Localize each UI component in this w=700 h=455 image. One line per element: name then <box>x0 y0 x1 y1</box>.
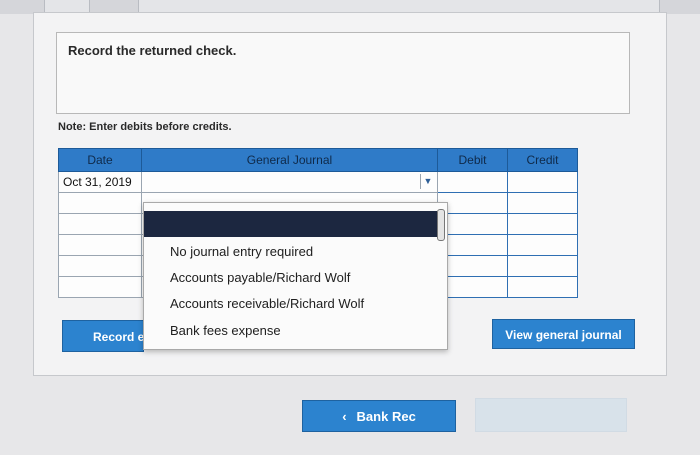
chevron-left-icon: ‹ <box>342 409 347 424</box>
date-cell[interactable] <box>58 234 142 256</box>
note-text: Note: Enter debits before credits. <box>58 121 232 133</box>
credit-input[interactable] <box>507 192 578 214</box>
view-general-journal-button[interactable]: View general journal <box>492 319 635 349</box>
account-select[interactable]: ▼ <box>141 171 438 193</box>
credit-input[interactable] <box>507 234 578 256</box>
debit-input[interactable] <box>437 234 508 256</box>
journal-header-row: Date General Journal Debit Credit <box>58 148 578 172</box>
date-cell[interactable] <box>58 192 142 214</box>
next-button-disabled[interactable] <box>475 398 627 432</box>
dropdown-scrollbar[interactable] <box>437 209 445 241</box>
debit-input[interactable] <box>437 255 508 277</box>
credit-input[interactable] <box>507 213 578 235</box>
date-cell[interactable] <box>58 276 142 298</box>
credit-input[interactable] <box>507 171 578 193</box>
dropdown-option[interactable]: Accounts payable/Richard Wolf <box>170 270 350 285</box>
bank-rec-label: Bank Rec <box>356 409 416 424</box>
account-dropdown-list[interactable]: No journal entry required Accounts payab… <box>143 202 448 350</box>
credit-input[interactable] <box>507 255 578 277</box>
record-entry-button[interactable]: Record e <box>62 320 144 352</box>
chevron-down-icon[interactable]: ▼ <box>420 174 435 189</box>
prompt-text: Record the returned check. <box>68 43 237 58</box>
debit-input[interactable] <box>437 192 508 214</box>
date-cell[interactable] <box>58 255 142 277</box>
debit-input[interactable] <box>437 276 508 298</box>
column-header-credit: Credit <box>507 148 578 172</box>
dropdown-option[interactable]: Accounts receivable/Richard Wolf <box>170 296 364 311</box>
column-header-general-journal: General Journal <box>141 148 438 172</box>
credit-input[interactable] <box>507 276 578 298</box>
date-cell[interactable]: Oct 31, 2019 <box>58 171 142 193</box>
table-row: Oct 31, 2019 ▼ <box>58 171 578 193</box>
dropdown-option[interactable]: No journal entry required <box>170 244 313 259</box>
debit-input[interactable] <box>437 213 508 235</box>
column-header-date: Date <box>58 148 142 172</box>
dropdown-highlighted-option[interactable] <box>144 211 437 237</box>
date-cell[interactable] <box>58 213 142 235</box>
bank-rec-button[interactable]: ‹ Bank Rec <box>302 400 456 432</box>
dropdown-option[interactable]: Bank fees expense <box>170 323 281 338</box>
column-header-debit: Debit <box>437 148 508 172</box>
debit-input[interactable] <box>437 171 508 193</box>
